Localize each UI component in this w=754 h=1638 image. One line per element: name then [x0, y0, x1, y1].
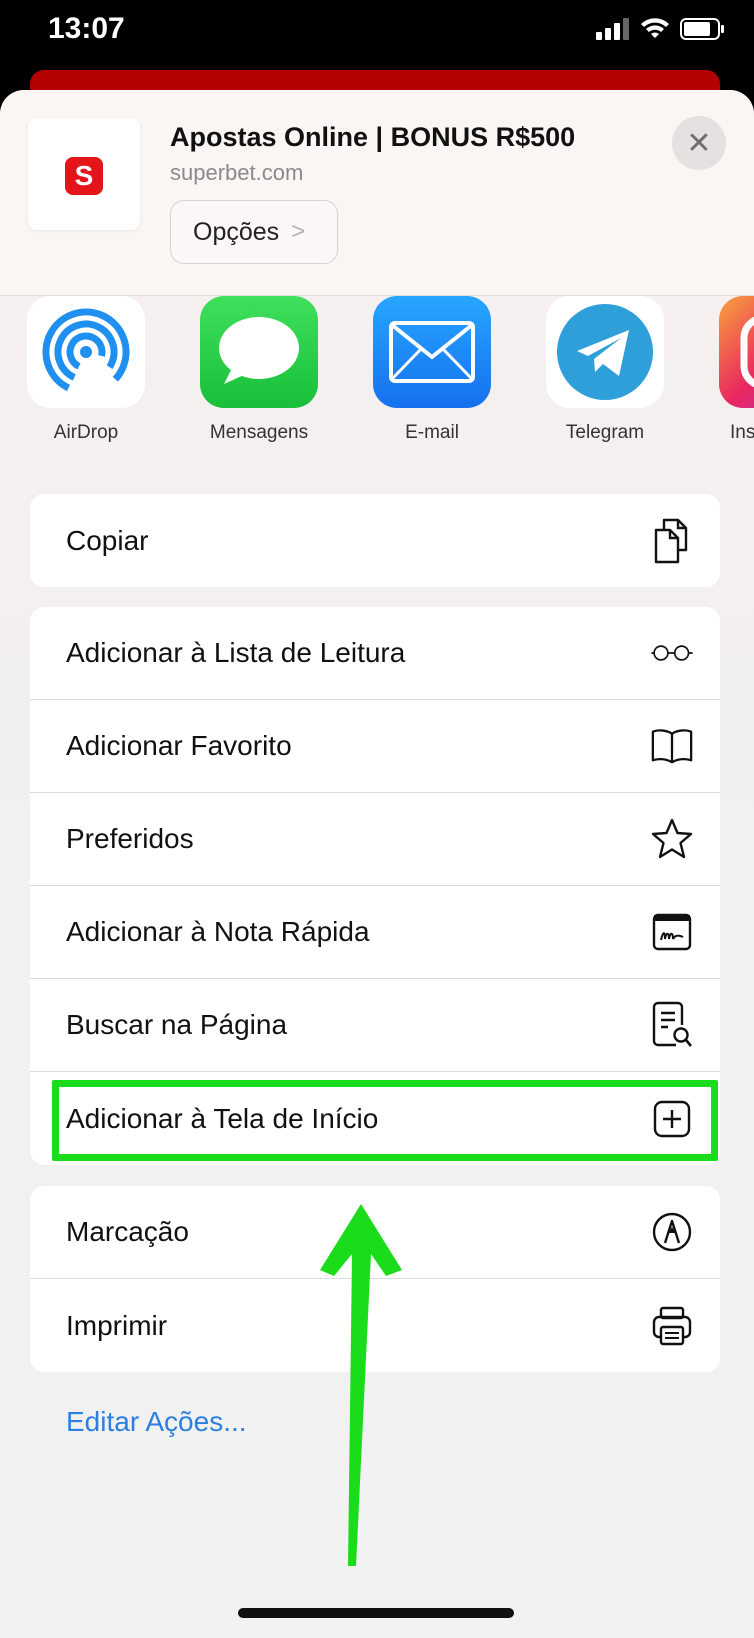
- options-button[interactable]: Opções >: [170, 200, 338, 264]
- action-favorites[interactable]: Preferidos: [30, 793, 720, 886]
- share-app-messages[interactable]: Mensagens: [199, 296, 319, 444]
- signal-icon: [596, 18, 629, 40]
- find-in-page-icon: [650, 1001, 694, 1047]
- battery-icon: [680, 18, 724, 40]
- chevron-right-icon: >: [291, 218, 306, 245]
- action-label: Buscar na Página: [66, 1009, 288, 1040]
- action-add-to-home-screen[interactable]: Adicionar à Tela de Início: [30, 1072, 720, 1165]
- share-app-telegram[interactable]: Telegram: [545, 296, 665, 444]
- action-add-bookmark[interactable]: Adicionar Favorito: [30, 700, 720, 793]
- book-icon: [650, 724, 694, 768]
- share-app-label: Ins: [730, 422, 754, 443]
- superbet-logo-icon: S: [65, 157, 103, 195]
- status-icons: [596, 14, 726, 44]
- share-app-label: Telegram: [565, 422, 645, 443]
- mail-icon: [373, 296, 491, 408]
- airdrop-icon: [27, 296, 145, 408]
- site-thumbnail: S: [28, 118, 140, 230]
- options-label: Opções: [193, 217, 280, 246]
- actions-card: Adicionar à Lista de Leitura Adicionar F…: [30, 607, 720, 1165]
- close-icon: ✕: [686, 126, 712, 160]
- action-label: Adicionar à Lista de Leitura: [66, 637, 406, 668]
- action-copy[interactable]: Copiar: [30, 494, 720, 587]
- share-app-airdrop[interactable]: AirDrop: [26, 296, 146, 444]
- share-app-label: AirDrop: [53, 422, 119, 443]
- copy-icon: [650, 518, 694, 563]
- telegram-icon: [546, 296, 664, 408]
- action-quick-note[interactable]: Adicionar à Nota Rápida: [30, 886, 720, 979]
- wifi-icon: [641, 18, 669, 38]
- more-actions-card: Marcação Imprimir: [30, 1186, 720, 1372]
- close-button[interactable]: ✕: [672, 116, 726, 170]
- action-print[interactable]: Imprimir: [30, 1279, 720, 1372]
- printer-icon: [650, 1304, 694, 1348]
- status-time: 13:07: [48, 12, 125, 45]
- action-markup[interactable]: Marcação: [30, 1186, 720, 1279]
- share-app-label: E-mail: [405, 422, 459, 443]
- action-find-in-page[interactable]: Buscar na Página: [30, 979, 720, 1072]
- site-url: superbet.com: [170, 160, 304, 185]
- markup-icon: [650, 1210, 694, 1254]
- quick-note-icon: [650, 910, 694, 954]
- glasses-icon: [650, 631, 694, 675]
- action-add-reading-list[interactable]: Adicionar à Lista de Leitura: [30, 607, 720, 700]
- share-app-label: Mensagens: [209, 422, 309, 443]
- edit-actions-link[interactable]: Editar Ações...: [66, 1406, 247, 1438]
- action-label: Copiar: [66, 524, 149, 556]
- copy-card: Copiar: [30, 494, 720, 587]
- action-label: Adicionar à Nota Rápida: [66, 916, 370, 947]
- share-app-email[interactable]: E-mail: [372, 296, 492, 444]
- action-label: Preferidos: [66, 823, 194, 854]
- action-label: Adicionar à Tela de Início: [66, 1102, 379, 1134]
- share-sheet-header: S Apostas Online | BONUS R$500 superbet.…: [0, 90, 754, 296]
- action-label: Adicionar Favorito: [66, 730, 292, 761]
- action-label: Marcação: [66, 1216, 189, 1247]
- share-sheet: S Apostas Online | BONUS R$500 superbet.…: [0, 90, 754, 1638]
- instagram-icon: [719, 296, 754, 408]
- share-app-instagram[interactable]: Ins: [718, 296, 754, 444]
- star-icon: [650, 817, 694, 861]
- action-label: Imprimir: [66, 1309, 168, 1341]
- site-title: Apostas Online | BONUS R$500: [170, 122, 576, 152]
- messages-icon: [200, 296, 318, 408]
- share-apps-row: AirDrop Mensagens E-mail Telegram Ins: [0, 296, 754, 466]
- home-indicator: [238, 1608, 514, 1618]
- add-square-icon: [650, 1097, 694, 1141]
